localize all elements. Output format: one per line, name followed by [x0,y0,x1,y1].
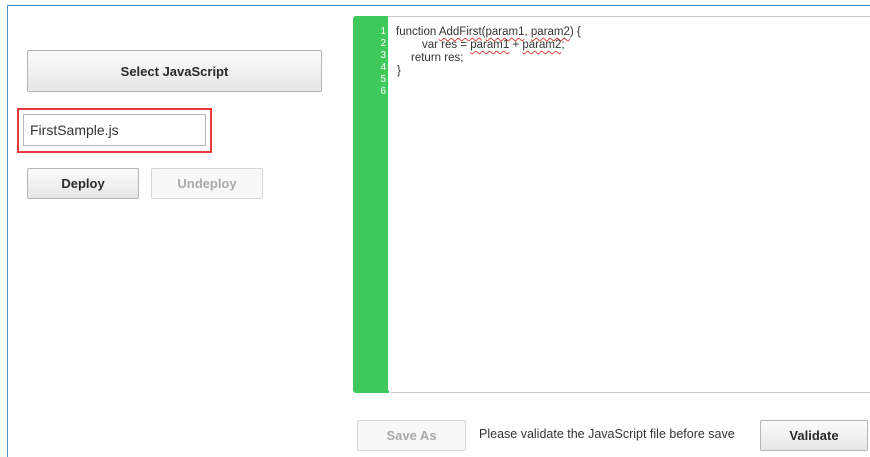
file-name-field[interactable] [23,114,206,146]
panel-left-border [7,5,8,457]
code-line-4: } [397,65,401,77]
validate-button[interactable]: Validate [760,420,868,451]
code-editor[interactable]: function AddFirst(param1, param2) { var … [388,16,870,393]
panel-top-border [7,5,870,6]
code-line-3: return res; [411,52,464,64]
line-number: 3 [380,50,386,61]
deploy-button[interactable]: Deploy [27,168,139,199]
select-javascript-button[interactable]: Select JavaScript [27,50,322,92]
code-line-2: var res = param1 + param2; [422,39,565,51]
line-number: 2 [380,38,386,49]
line-number-gutter: 1 2 3 4 5 6 [353,16,389,393]
validation-status-text: Please validate the JavaScript file befo… [479,427,735,441]
line-number: 1 [380,26,386,37]
line-number: 5 [380,74,386,85]
code-line-1: function AddFirst(param1, param2) { [396,26,581,38]
undeploy-button[interactable]: Undeploy [151,168,263,199]
line-number: 6 [380,86,386,97]
line-number: 4 [380,62,386,73]
deploy-javascript-panel: Select JavaScript Deploy Undeploy 1 2 3 … [0,0,870,457]
save-as-button[interactable]: Save As [357,420,466,451]
